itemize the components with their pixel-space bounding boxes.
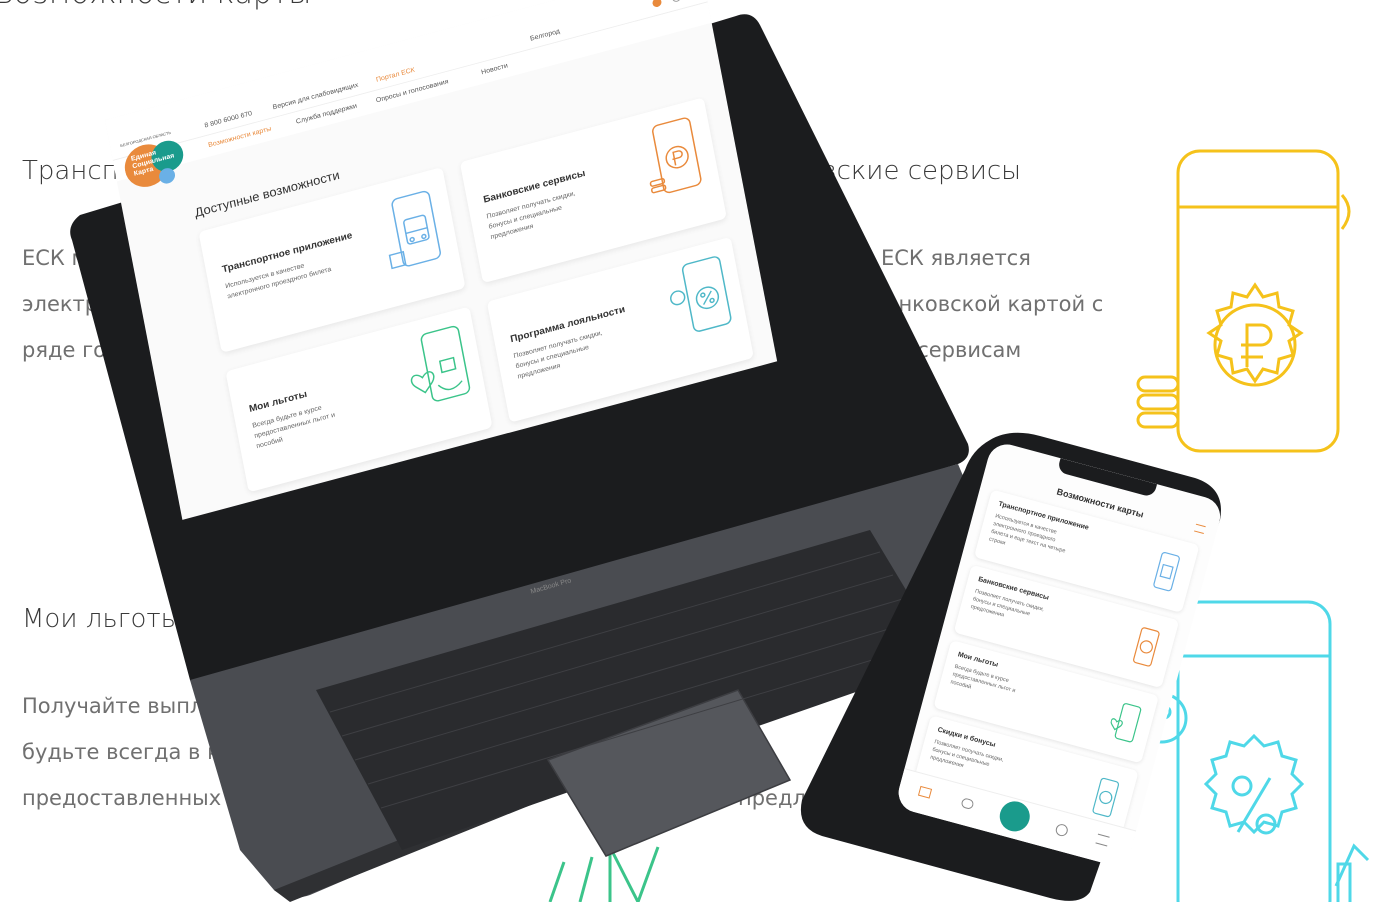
home-icon[interactable]	[917, 785, 933, 799]
bus-phone-icon	[1153, 552, 1180, 592]
chat-icon[interactable]	[960, 797, 975, 811]
more-icon[interactable]	[1095, 833, 1110, 847]
heart-hand-phone-icon	[1110, 703, 1142, 743]
phone-body	[800, 432, 1221, 901]
card-fab-icon[interactable]	[996, 798, 1034, 835]
card-text: Всегда будьте в курсе предоставленных ль…	[949, 663, 1017, 695]
ruble-gear-phone-icon	[1133, 627, 1160, 667]
support-icon[interactable]	[1054, 822, 1070, 838]
percent-phone-icon	[1092, 777, 1120, 818]
